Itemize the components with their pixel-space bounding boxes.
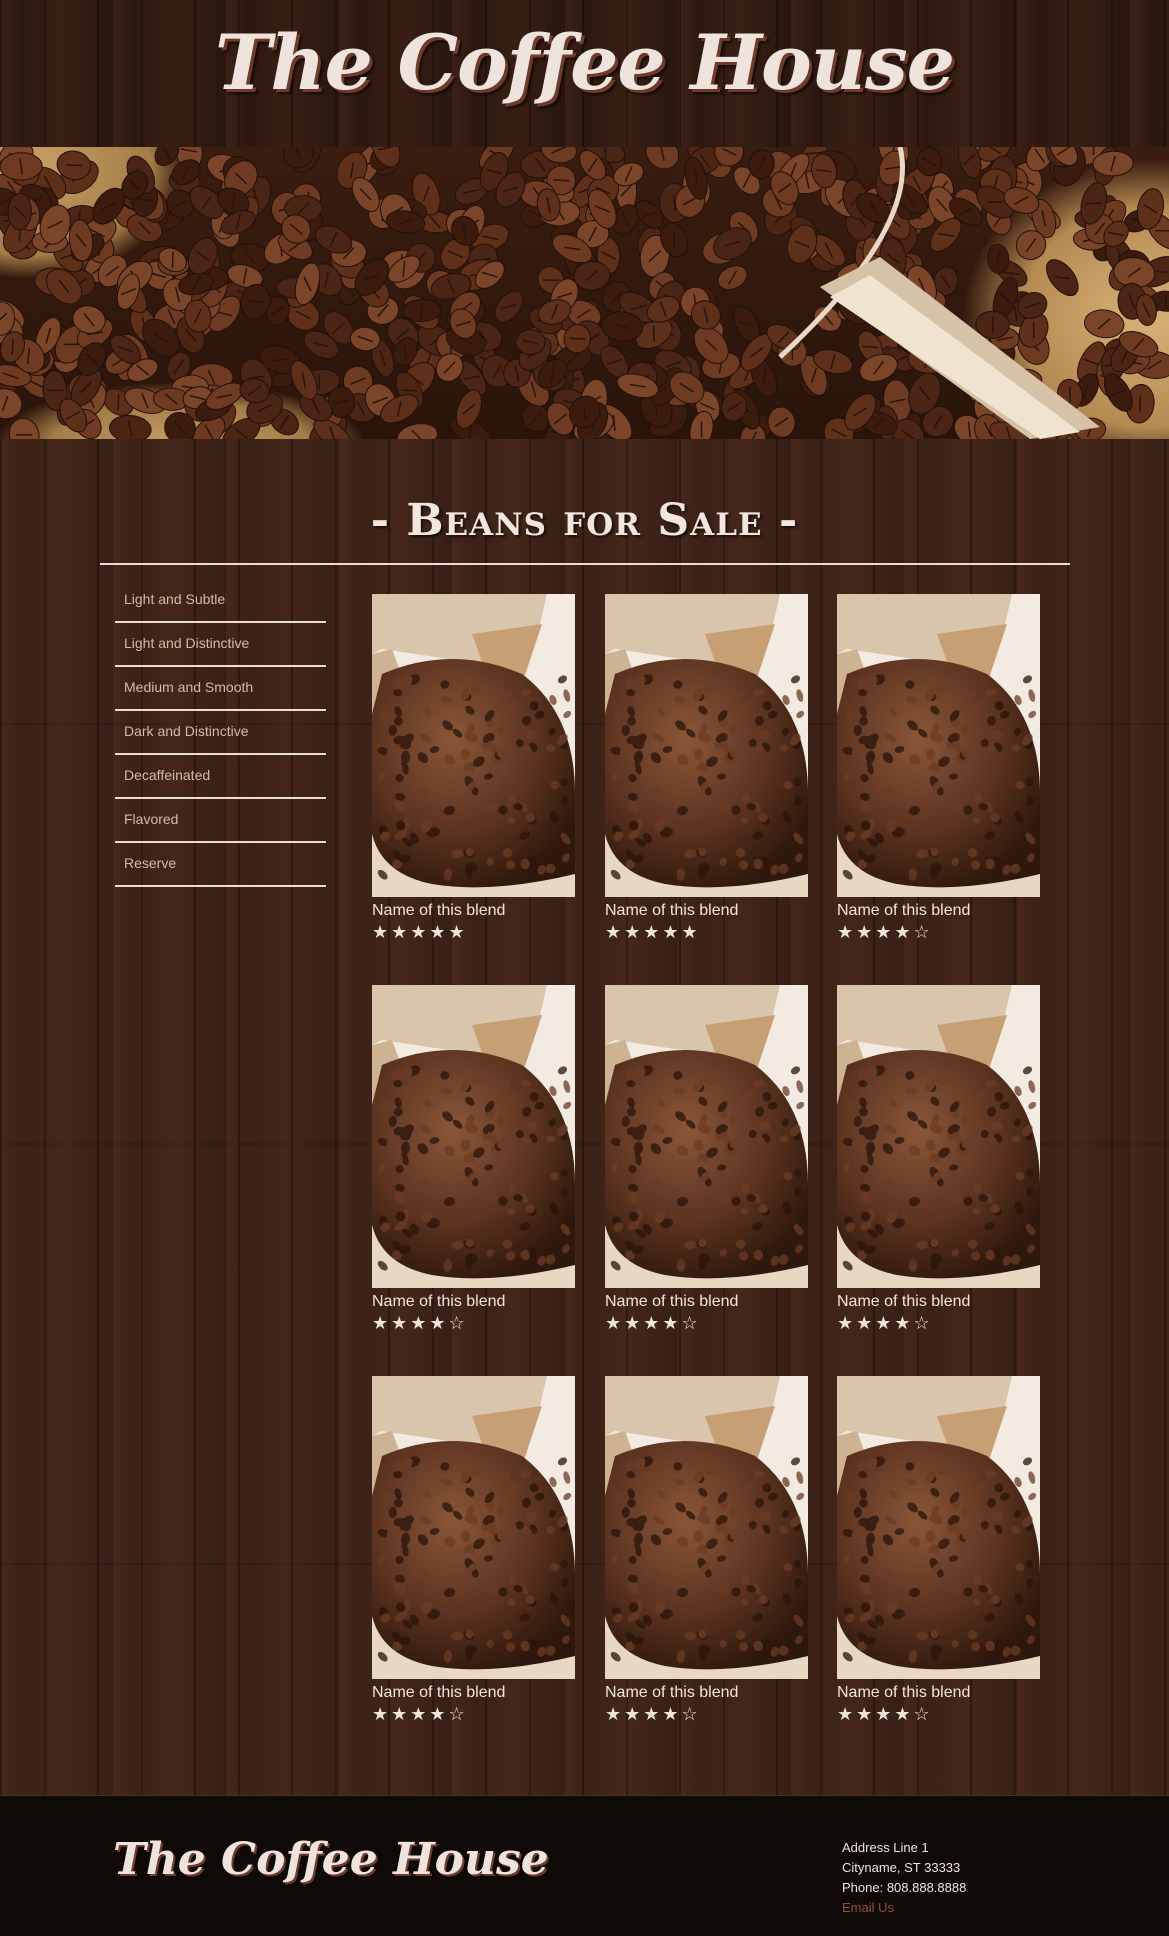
product-card[interactable]: Name of this blend ★★★★☆ — [372, 1376, 575, 1725]
product-card[interactable]: Name of this blend ★★★★★ — [372, 594, 575, 943]
site-logo[interactable]: The Coffee House — [0, 18, 1169, 107]
rating-stars: ★★★★☆ — [605, 1312, 808, 1334]
product-card[interactable]: Name of this blend ★★★★☆ — [372, 985, 575, 1334]
rating-stars: ★★★★★ — [605, 921, 808, 943]
rating-stars: ★★★★☆ — [837, 1703, 1040, 1725]
product-card[interactable]: Name of this blend ★★★★★ — [605, 594, 808, 943]
address-line-2: Cityname, ST 33333 — [842, 1858, 966, 1878]
coffee-beans-image — [0, 147, 1169, 439]
category-nav: Light and Subtle Light and Distinctive M… — [115, 579, 326, 887]
rating-stars: ★★★★☆ — [837, 1312, 1040, 1334]
coffee-bag-photo[interactable] — [372, 1376, 575, 1679]
rating-stars: ★★★★☆ — [372, 1703, 575, 1725]
site-header: The Coffee House — [0, 0, 1169, 147]
hero-banner-image — [0, 147, 1169, 439]
product-name[interactable]: Name of this blend — [372, 1683, 575, 1703]
category-flavored[interactable]: Flavored — [115, 799, 326, 843]
rating-stars: ★★★★☆ — [605, 1703, 808, 1725]
product-card[interactable]: Name of this blend ★★★★☆ — [837, 985, 1040, 1334]
category-decaffeinated[interactable]: Decaffeinated — [115, 755, 326, 799]
contact-address: Address Line 1 Cityname, ST 33333 Phone:… — [842, 1838, 966, 1918]
product-card[interactable]: Name of this blend ★★★★☆ — [837, 1376, 1040, 1725]
product-name[interactable]: Name of this blend — [837, 1683, 1040, 1703]
coffee-bag-photo[interactable] — [605, 985, 808, 1288]
coffee-bag-photo[interactable] — [605, 594, 808, 897]
coffee-bag-photo[interactable] — [372, 594, 575, 897]
main-content: - Beans for Sale - Light and Subtle Ligh… — [0, 439, 1169, 1795]
product-name[interactable]: Name of this blend — [372, 901, 575, 921]
product-name[interactable]: Name of this blend — [837, 1292, 1040, 1312]
email-link[interactable]: Email Us — [842, 1898, 966, 1918]
coffee-bag-photo[interactable] — [837, 1376, 1040, 1679]
product-card[interactable]: Name of this blend ★★★★☆ — [605, 985, 808, 1334]
category-dark-and-distinctive[interactable]: Dark and Distinctive — [115, 711, 326, 755]
section-title: - Beans for Sale - — [0, 495, 1169, 546]
title-divider — [100, 563, 1070, 565]
rating-stars: ★★★★☆ — [372, 1312, 575, 1334]
coffee-bag-photo[interactable] — [837, 594, 1040, 897]
rating-stars: ★★★★☆ — [837, 921, 1040, 943]
coffee-bag-photo[interactable] — [605, 1376, 808, 1679]
address-line-1: Address Line 1 — [842, 1838, 966, 1858]
phone-number: Phone: 808.888.8888 — [842, 1878, 966, 1898]
category-light-and-subtle[interactable]: Light and Subtle — [115, 579, 326, 623]
coffee-bag-photo[interactable] — [837, 985, 1040, 1288]
footer-logo[interactable]: The Coffee House — [113, 1834, 549, 1885]
product-card[interactable]: Name of this blend ★★★★☆ — [605, 1376, 808, 1725]
product-name[interactable]: Name of this blend — [605, 1683, 808, 1703]
category-reserve[interactable]: Reserve — [115, 843, 326, 887]
category-medium-and-smooth[interactable]: Medium and Smooth — [115, 667, 326, 711]
product-name[interactable]: Name of this blend — [605, 1292, 808, 1312]
category-light-and-distinctive[interactable]: Light and Distinctive — [115, 623, 326, 667]
rating-stars: ★★★★★ — [372, 921, 575, 943]
product-name[interactable]: Name of this blend — [605, 901, 808, 921]
coffee-bag-photo[interactable] — [372, 985, 575, 1288]
product-name[interactable]: Name of this blend — [837, 901, 1040, 921]
site-footer: The Coffee House Address Line 1 Cityname… — [0, 1795, 1169, 1936]
product-card[interactable]: Name of this blend ★★★★☆ — [837, 594, 1040, 943]
product-name[interactable]: Name of this blend — [372, 1292, 575, 1312]
